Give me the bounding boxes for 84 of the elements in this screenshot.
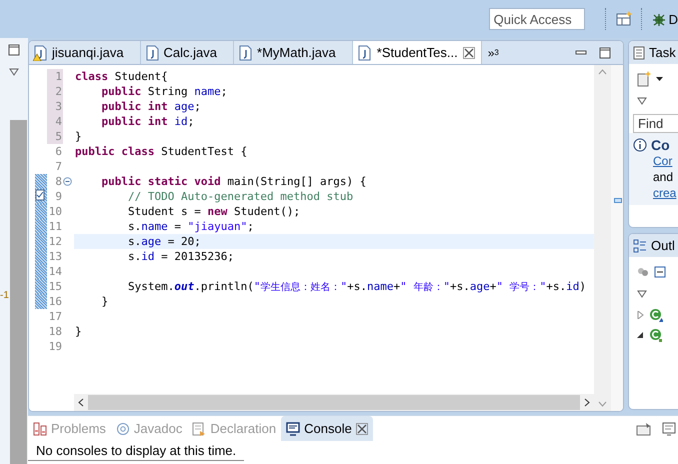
line-number: 12: [48, 234, 63, 249]
code-line: s.id = 20135236;: [126, 249, 235, 264]
maximize-icon[interactable]: [599, 46, 611, 58]
code-line: s.name = "jiayuan";: [126, 219, 255, 234]
line-number: 8: [54, 174, 63, 189]
code-line: }: [74, 324, 83, 339]
editor-tab[interactable]: jisuanqi.java: [29, 41, 141, 64]
declaration-icon: [192, 422, 206, 436]
code-line: public class StudentTest {: [74, 144, 248, 159]
line-number: 13: [48, 249, 63, 264]
dropdown-icon[interactable]: [656, 77, 663, 81]
info-icon: [633, 138, 647, 152]
code-line: // TODO Auto-generated method stub: [126, 189, 354, 204]
scrollbar-thumb[interactable]: [88, 395, 580, 410]
expanded-arrow-icon[interactable]: [637, 331, 644, 339]
collapsed-arrow-icon[interactable]: [637, 311, 644, 319]
monitor-icon: [286, 422, 300, 436]
line-number: 11: [48, 219, 63, 234]
debug-perspective-button[interactable]: D: [650, 11, 678, 27]
line-number: 7: [54, 159, 63, 174]
java-file-icon: [144, 44, 160, 60]
line-number: 4: [47, 114, 63, 129]
line-number: 16: [48, 294, 63, 309]
line-number: 2: [47, 84, 63, 99]
info-title: Co: [651, 137, 670, 153]
collapse-all-icon[interactable]: [654, 266, 666, 278]
java-file-warning-icon: [33, 44, 48, 60]
line-number: 3: [47, 99, 63, 114]
link[interactable]: Cor: [633, 153, 678, 169]
collapse-icon[interactable]: [63, 177, 72, 186]
code-line: }: [100, 294, 110, 309]
line-number: 18: [48, 324, 63, 339]
editor-tab[interactable]: *StudentTes...: [352, 41, 482, 64]
task-list-icon: [633, 46, 645, 60]
view-tab[interactable]: Outl: [629, 234, 678, 257]
outline-icon: [633, 238, 647, 252]
line-number: 9: [54, 189, 63, 204]
code-line: public int age;: [100, 99, 202, 114]
view-tab[interactable]: Task: [629, 41, 678, 64]
line-number: 6: [54, 144, 63, 159]
link[interactable]: crea: [633, 185, 678, 201]
line-number: 17: [48, 309, 63, 324]
java-file-icon: [356, 44, 372, 60]
view-menu-icon[interactable]: [637, 97, 647, 105]
scroll-right-icon[interactable]: [584, 398, 590, 407]
line-number: 14: [48, 264, 63, 279]
code-line: public static void main(String[] args) {: [100, 174, 368, 189]
line-number: 1: [47, 69, 63, 84]
view-menu-icon[interactable]: [9, 68, 19, 76]
open-perspective-icon[interactable]: [614, 10, 633, 28]
line-number: 10: [48, 204, 63, 219]
code-line: }: [74, 129, 83, 144]
java-file-icon: [238, 44, 254, 60]
new-task-icon[interactable]: [637, 71, 651, 87]
view-menu-icon[interactable]: [637, 290, 647, 298]
overview-marker: -1: [0, 290, 9, 301]
code-line: public int id;: [100, 114, 196, 129]
line-number: 5: [47, 129, 63, 144]
line-number: 19: [48, 339, 63, 354]
overview-marker: [614, 198, 622, 203]
close-icon[interactable]: [356, 422, 368, 434]
editor-tab[interactable]: *MyMath.java: [234, 41, 353, 64]
editor-tab[interactable]: Calc.java: [140, 41, 234, 64]
restore-icon[interactable]: [8, 44, 20, 56]
filter-icon[interactable]: [637, 266, 649, 278]
code-line: System.out.println("学生信息：姓名："+s.name+" 年龄："+s.age+" 学号："+s.id): [126, 279, 587, 294]
display-console-icon[interactable]: [662, 422, 678, 436]
quick-access-field[interactable]: Quick Access: [488, 8, 585, 30]
pin-console-icon[interactable]: [636, 422, 652, 436]
info-text: and: [652, 169, 674, 185]
console-message: No consoles to display at this time.: [28, 441, 244, 461]
task-icon: [35, 189, 45, 201]
class-icon: [649, 328, 663, 342]
code-line: Student s = new Student();: [126, 204, 302, 219]
view-tab[interactable]: Console: [281, 416, 373, 441]
find-field[interactable]: Find: [633, 114, 678, 133]
bug-icon: [650, 11, 667, 27]
problems-icon: [33, 422, 47, 436]
close-icon[interactable]: [462, 46, 475, 58]
line-number: 15: [48, 279, 63, 294]
scroll-left-icon[interactable]: [78, 398, 84, 407]
code-line: public String name;: [100, 84, 228, 99]
code-line: class Student{: [74, 69, 169, 84]
class-icon: [649, 308, 663, 322]
